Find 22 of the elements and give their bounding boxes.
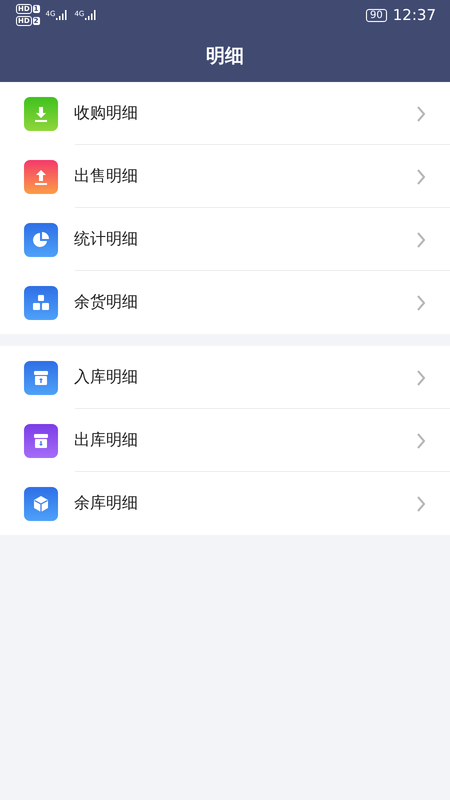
chevron-icon [416,104,426,122]
clock: 12:37 [392,6,436,24]
menu-item[interactable]: 余货明细 [0,271,450,334]
chevron-icon [416,230,426,248]
chevron-icon [416,168,426,186]
pie-chart-icon [31,230,51,250]
signal-icon [56,10,68,20]
cube-icon [31,494,51,514]
signal-icon [85,10,98,20]
chevron-icon [416,432,426,450]
boxes-icon [31,292,51,312]
battery-level: 90 [366,8,387,22]
menu-item[interactable]: 统计明细 [0,208,450,271]
page-title: 明细 [206,44,244,69]
chevron-icon [416,494,426,512]
menu-item[interactable]: 出库明细 [0,409,450,472]
menu-item[interactable]: 收购明细 [0,82,450,145]
menu-item[interactable]: 余库明细 [0,472,450,535]
menu-item[interactable]: 入库明细 [0,346,450,409]
chevron-icon [416,294,426,312]
chevron-icon [416,368,426,386]
menu-item[interactable]: 出售明细 [0,145,450,208]
